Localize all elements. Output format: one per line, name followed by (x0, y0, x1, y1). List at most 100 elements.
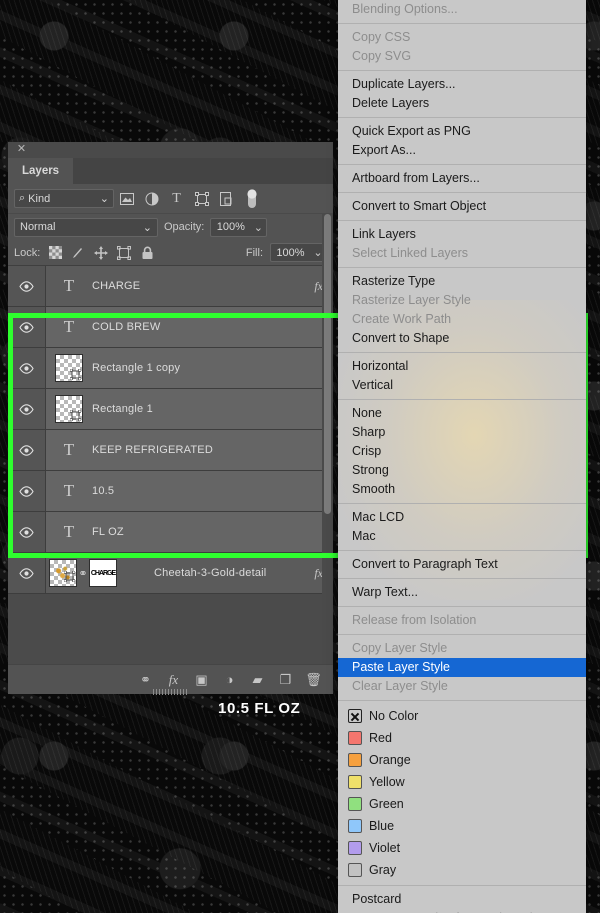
menu-item-label: Copy Layer Style (352, 641, 448, 655)
menu-separator (338, 606, 586, 607)
menu-item-label: Copy CSS (352, 30, 411, 44)
menu-item: Clear Layer Style (338, 677, 586, 696)
filter-type-layers-icon[interactable]: T (164, 187, 189, 211)
tab-layers[interactable]: Layers (8, 158, 74, 184)
menu-item[interactable]: Convert to Smart Object (338, 197, 586, 216)
layer-row[interactable]: T CHARGE fx (8, 266, 333, 307)
eye-icon[interactable] (8, 471, 46, 511)
menu-item-label: Convert to Smart Object (352, 199, 487, 213)
menu-item[interactable]: None (338, 404, 586, 423)
lock-artboard-nesting-icon[interactable] (116, 245, 132, 261)
layer-row[interactable]: ⚭ CHARGE Cheetah-3-Gold-detail fx (8, 553, 333, 594)
eye-icon[interactable] (8, 307, 46, 347)
menu-item[interactable]: Blue (338, 815, 586, 837)
eye-icon[interactable] (8, 512, 46, 552)
menu-item[interactable]: Convert to Shape (338, 329, 586, 348)
filter-pixel-layers-icon[interactable] (114, 187, 139, 211)
layer-row[interactable]: T 10.5 (8, 471, 333, 512)
menu-item: New 3D Extrusion from Selected Layer (338, 909, 586, 913)
eye-icon[interactable] (8, 553, 46, 593)
delete-layer-icon[interactable]: 🗑 (305, 672, 322, 688)
menu-item[interactable]: Paste Layer Style (338, 658, 586, 677)
new-group-icon[interactable]: ▰ (250, 672, 265, 688)
menu-item-label: Select Linked Layers (352, 246, 469, 260)
layer-list-scrollbar[interactable] (322, 214, 333, 664)
menu-item[interactable]: Duplicate Layers... (338, 75, 586, 94)
menu-item[interactable]: Convert to Paragraph Text (338, 555, 586, 574)
menu-item[interactable]: Warp Text... (338, 583, 586, 602)
fill-control[interactable]: 100% ⌄ (270, 243, 327, 262)
panel-resize-grip[interactable] (152, 689, 189, 695)
menu-item[interactable]: Horizontal (338, 357, 586, 376)
menu-item[interactable]: Violet (338, 837, 586, 859)
type-layer-thumbnail-icon: T (63, 276, 75, 295)
eye-icon[interactable] (8, 389, 46, 429)
menu-item[interactable]: Gray (338, 859, 586, 881)
layer-thumbnail[interactable] (49, 559, 77, 587)
layer-mask-thumbnail[interactable]: CHARGE (89, 559, 117, 587)
menu-item[interactable]: Orange (338, 749, 586, 771)
lock-transparent-pixels-icon[interactable] (47, 245, 63, 261)
menu-item[interactable]: Sharp (338, 423, 586, 442)
menu-item-label: Orange (369, 753, 411, 767)
add-layer-mask-icon[interactable]: ▣ (194, 672, 209, 688)
menu-item[interactable]: Delete Layers (338, 94, 586, 113)
layer-row[interactable]: T FL OZ (8, 512, 333, 553)
search-icon: ⌕ (19, 192, 26, 204)
blend-mode-select[interactable]: Normal ⌄ (14, 217, 158, 237)
link-layers-icon[interactable]: ⚭ (138, 672, 153, 688)
lock-all-icon[interactable] (139, 245, 155, 261)
tab-bar-filler (73, 158, 333, 184)
eye-icon[interactable] (8, 266, 46, 306)
menu-item-label: Create Work Path (352, 312, 452, 326)
adjustment-layer-icon[interactable]: ◑ (222, 672, 237, 688)
menu-item[interactable]: Smooth (338, 480, 586, 499)
menu-item[interactable]: Green (338, 793, 586, 815)
menu-item-label: Delete Layers (352, 96, 430, 110)
menu-item[interactable]: Yellow (338, 771, 586, 793)
chevron-down-icon: ⌄ (142, 221, 152, 234)
no-color-swatch-icon (348, 709, 362, 723)
filter-smart-object-icon[interactable] (214, 187, 239, 211)
menu-item-label: Quick Export as PNG (352, 124, 471, 138)
menu-item[interactable]: Mac (338, 527, 586, 546)
opacity-input[interactable]: 100% (210, 217, 251, 237)
filter-shape-layers-icon[interactable] (189, 187, 214, 211)
filter-kind-select[interactable]: ⌕ Kind ⌄ (14, 189, 114, 208)
menu-item[interactable]: Mac LCD (338, 508, 586, 527)
layer-name: KEEP REFRIGERATED (92, 444, 213, 456)
new-layer-icon[interactable]: ❐ (278, 672, 293, 688)
menu-item[interactable]: No Color (338, 705, 586, 727)
menu-item[interactable]: Strong (338, 461, 586, 480)
menu-separator (338, 117, 586, 118)
menu-item[interactable]: Red (338, 727, 586, 749)
menu-item[interactable]: Rasterize Type (338, 272, 586, 291)
filter-toggle-switch-icon[interactable] (239, 187, 264, 211)
menu-item: Create Work Path (338, 310, 586, 329)
mask-link-icon[interactable]: ⚭ (77, 567, 89, 580)
layer-row[interactable]: T KEEP REFRIGERATED (8, 430, 333, 471)
menu-item[interactable]: Export As... (338, 141, 586, 160)
lock-position-icon[interactable] (93, 245, 109, 261)
filter-adjustment-layers-icon[interactable] (139, 187, 164, 211)
menu-item[interactable]: Crisp (338, 442, 586, 461)
fill-input[interactable]: 100% (270, 243, 310, 262)
eye-icon[interactable] (8, 348, 46, 388)
lock-image-pixels-icon[interactable] (70, 245, 86, 261)
menu-item[interactable]: Quick Export as PNG (338, 122, 586, 141)
menu-item[interactable]: Link Layers (338, 225, 586, 244)
layer-style-fx-icon[interactable]: fx (166, 672, 181, 688)
layer-row[interactable]: T COLD BREW (8, 307, 333, 348)
menu-item-label: Paste Layer Style (352, 660, 450, 674)
close-icon[interactable]: ✕ (16, 144, 27, 155)
scrollbar-thumb[interactable] (324, 214, 331, 514)
opacity-control[interactable]: 100% ⌄ (210, 217, 268, 237)
opacity-stepper-icon[interactable]: ⌄ (250, 217, 268, 237)
menu-item[interactable]: Artboard from Layers... (338, 169, 586, 188)
layer-row[interactable]: Rectangle 1 copy (8, 348, 333, 389)
layer-row[interactable]: Rectangle 1 (8, 389, 333, 430)
menu-item: Copy CSS (338, 28, 586, 47)
menu-item[interactable]: Postcard (338, 890, 586, 909)
menu-item[interactable]: Vertical (338, 376, 586, 395)
eye-icon[interactable] (8, 430, 46, 470)
